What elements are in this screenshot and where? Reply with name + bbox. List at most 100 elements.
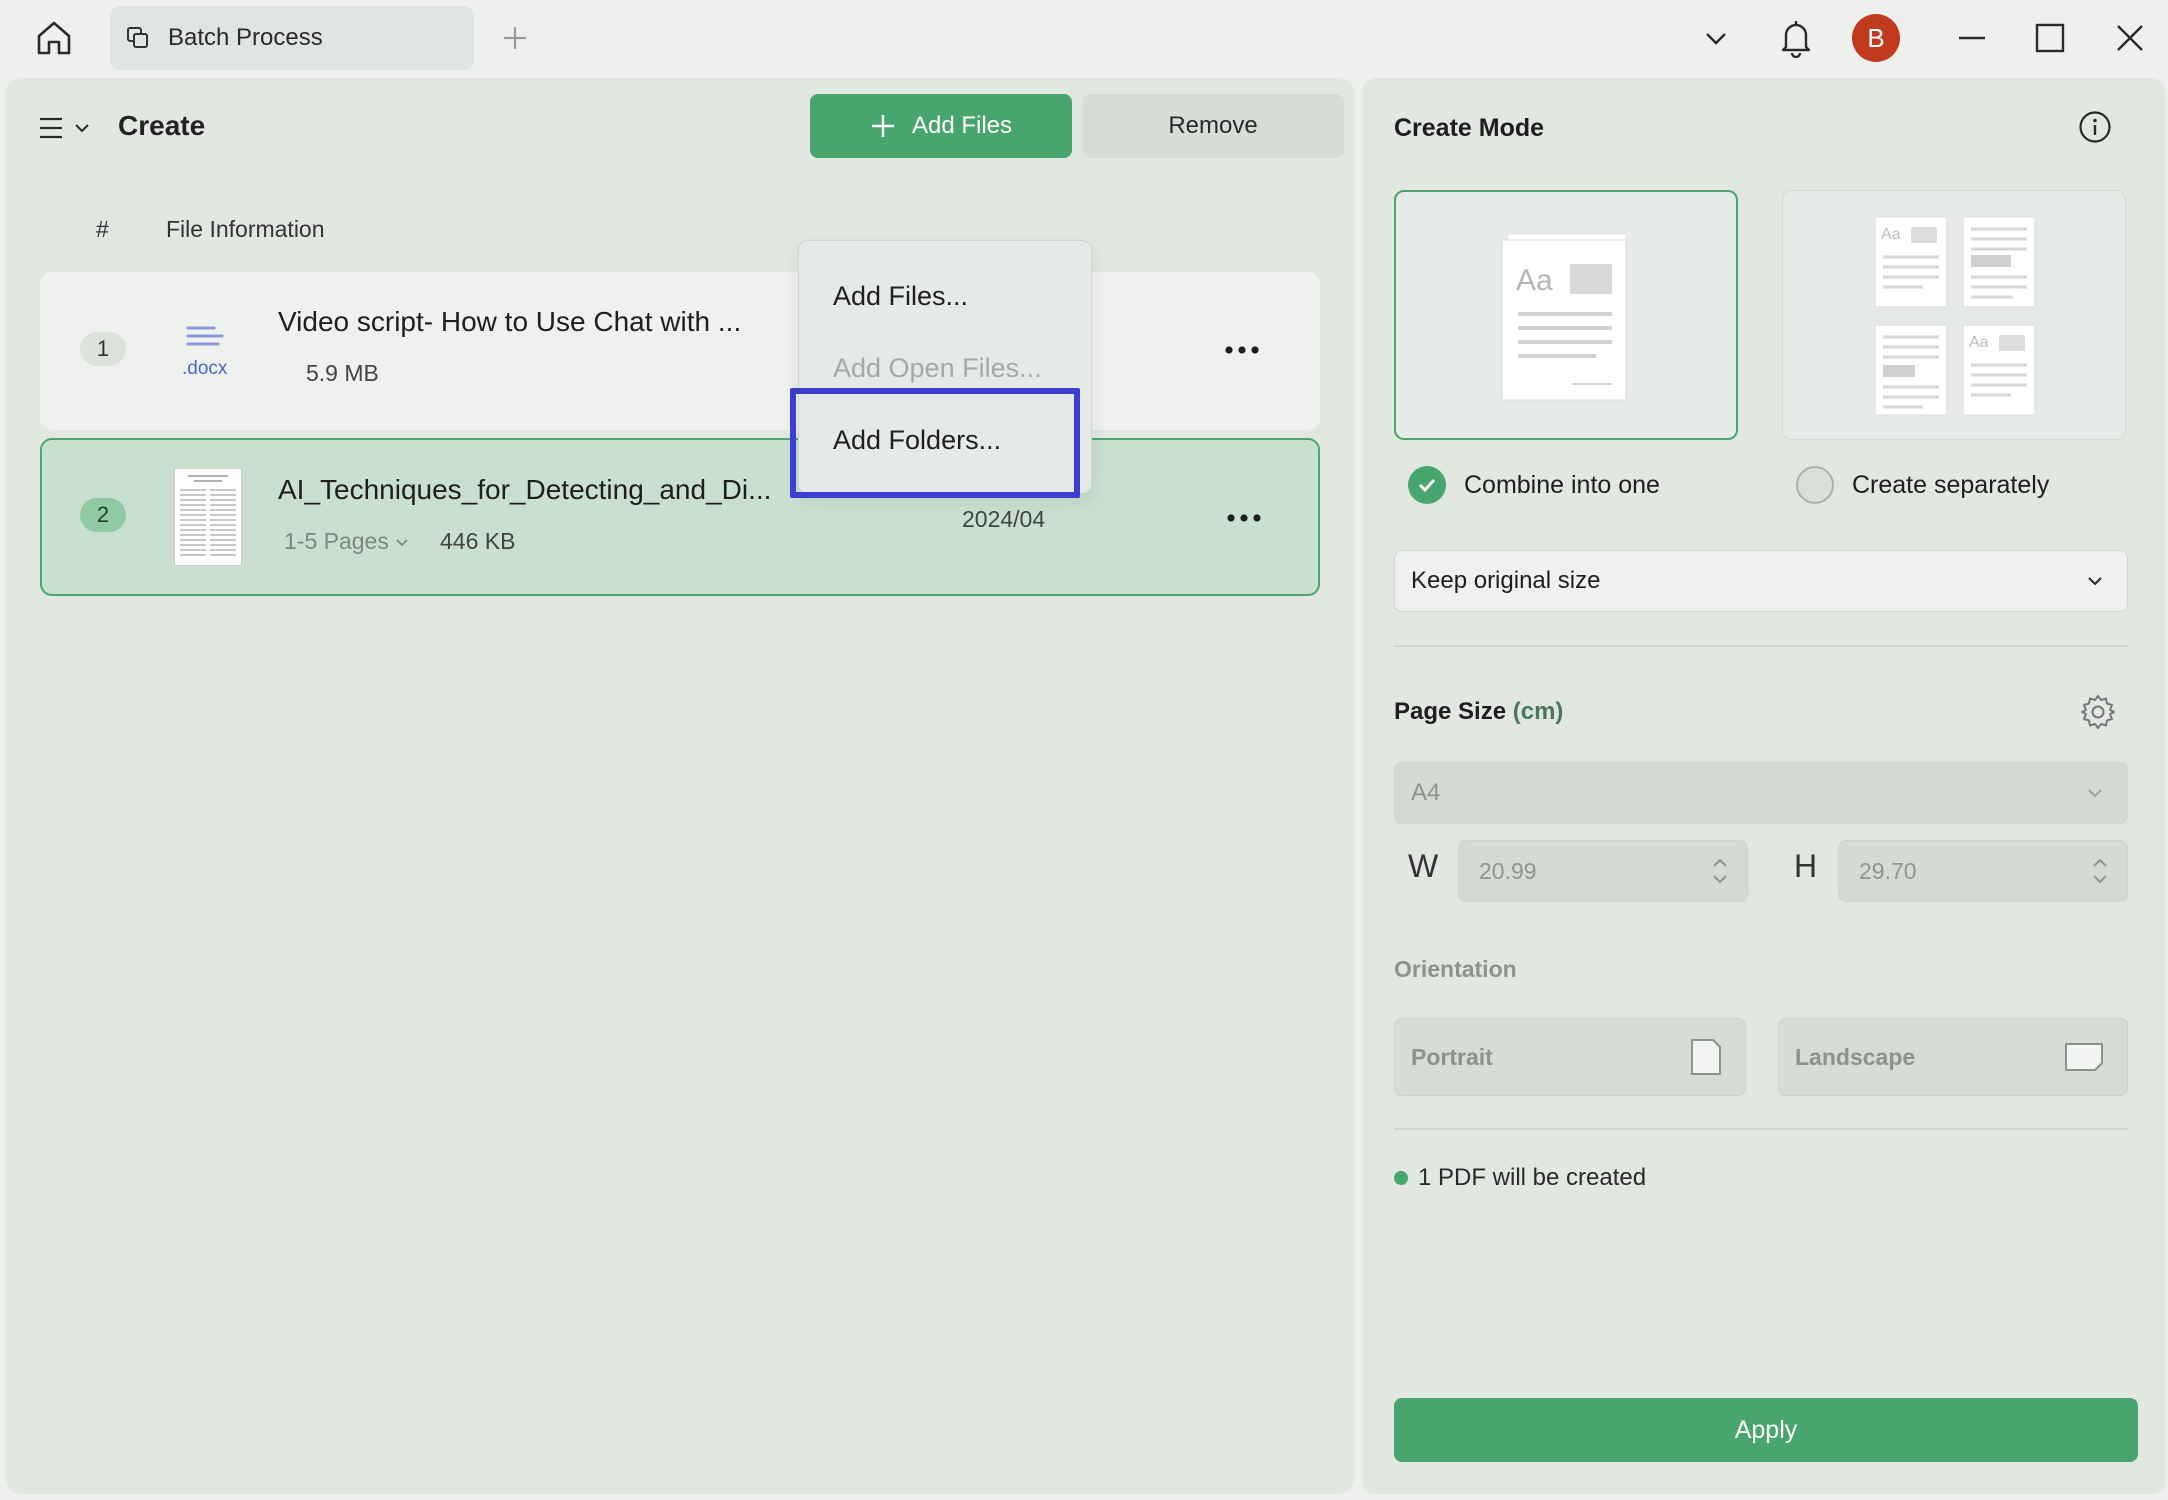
radio-separate[interactable]: Create separately bbox=[1796, 466, 2049, 504]
size-option-value: Keep original size bbox=[1411, 567, 1601, 594]
column-header-number: # bbox=[96, 216, 109, 242]
radio-combine[interactable]: Combine into one bbox=[1408, 466, 1660, 504]
page-size-select: A4 bbox=[1394, 762, 2128, 824]
add-files-label: Add Files bbox=[911, 112, 1013, 139]
width-value: 20.99 bbox=[1479, 857, 1537, 884]
more-options-button[interactable] bbox=[1218, 330, 1266, 370]
radio-combine-label: Combine into one bbox=[1464, 470, 1660, 499]
status-text: 1 PDF will be created bbox=[1418, 1164, 1647, 1191]
landscape-page-icon bbox=[2065, 1043, 2103, 1071]
file-name: AI_Techniques_for_Detecting_and_Di... bbox=[278, 474, 772, 505]
user-avatar[interactable]: B bbox=[1852, 14, 1900, 62]
chevron-down-icon bbox=[75, 124, 89, 133]
row-number: 1 bbox=[80, 332, 126, 366]
menu-toggle-button[interactable] bbox=[36, 108, 96, 148]
radio-empty-icon bbox=[1796, 466, 1834, 504]
stepper-arrows-icon bbox=[1713, 858, 1727, 884]
page-size-settings-button[interactable] bbox=[2076, 690, 2120, 734]
status-dot-icon bbox=[1394, 1171, 1408, 1185]
page-size-value: A4 bbox=[1411, 779, 1441, 806]
close-icon bbox=[2117, 25, 2143, 51]
single-document-preview: Aa bbox=[1501, 233, 1627, 401]
hamburger-icon bbox=[40, 117, 62, 139]
table-row[interactable]: 2 AI_Techniques_for_Detecting_and_Di... … bbox=[40, 438, 1320, 596]
chevron-down-icon bbox=[2088, 789, 2102, 798]
more-options-button[interactable] bbox=[1220, 498, 1268, 538]
plus-icon bbox=[504, 27, 526, 49]
tabs-dropdown-button[interactable] bbox=[1692, 14, 1740, 62]
new-tab-button[interactable] bbox=[498, 18, 532, 58]
width-stepper: 20.99 bbox=[1458, 840, 1748, 902]
add-files-button[interactable]: Add Files bbox=[810, 94, 1072, 158]
portrait-page-icon bbox=[1691, 1039, 1721, 1075]
tab-batch-process[interactable]: Batch Process bbox=[110, 6, 474, 70]
chevron-down-icon bbox=[2088, 577, 2102, 586]
row-number: 2 bbox=[80, 498, 126, 532]
info-button[interactable] bbox=[2076, 108, 2114, 146]
height-stepper: 29.70 bbox=[1838, 840, 2128, 902]
gear-icon bbox=[2081, 695, 2115, 729]
copy-icon bbox=[122, 22, 154, 54]
svg-text:Aa: Aa bbox=[1969, 334, 1989, 351]
title-bar: Batch Process B bbox=[0, 0, 2168, 78]
notifications-button[interactable] bbox=[1772, 14, 1820, 62]
home-button[interactable] bbox=[30, 14, 78, 62]
landscape-button: Landscape bbox=[1778, 1018, 2128, 1096]
maximize-button[interactable] bbox=[2026, 14, 2074, 62]
page-range-label: 1-5 Pages bbox=[284, 528, 389, 554]
pdf-thumbnail bbox=[174, 468, 242, 566]
divider bbox=[1394, 645, 2128, 647]
create-mode-title: Create Mode bbox=[1394, 114, 1545, 142]
divider bbox=[1394, 1128, 2128, 1130]
check-icon bbox=[1408, 466, 1446, 504]
minimize-button[interactable] bbox=[1948, 14, 1996, 62]
remove-button[interactable]: Remove bbox=[1082, 94, 1344, 158]
menu-item-add-files[interactable]: Add Files... bbox=[833, 281, 968, 312]
file-size: 446 KB bbox=[440, 528, 516, 554]
add-files-menu: Add Files... Add Open Files... Add Folde… bbox=[798, 240, 1092, 494]
stepper-arrows-icon bbox=[2093, 858, 2107, 884]
apply-button[interactable]: Apply bbox=[1394, 1398, 2138, 1462]
svg-text:Aa: Aa bbox=[1881, 226, 1901, 243]
orientation-header: Orientation bbox=[1394, 956, 1517, 982]
radio-separate-label: Create separately bbox=[1852, 470, 2050, 499]
docx-file-icon: .docx bbox=[174, 310, 236, 388]
settings-panel: Create Mode Aa Aa Aa Combine into one Cr… bbox=[1362, 78, 2166, 1494]
file-extension: .docx bbox=[182, 358, 228, 379]
file-name: Video script- How to Use Chat with ... bbox=[278, 306, 742, 337]
size-option-select[interactable]: Keep original size bbox=[1394, 550, 2128, 612]
svg-text:Aa: Aa bbox=[1516, 264, 1553, 297]
landscape-label: Landscape bbox=[1795, 1043, 1916, 1070]
height-label: H bbox=[1794, 848, 1818, 884]
page-size-label: Page Size bbox=[1394, 698, 1507, 725]
status-message: 1 PDF will be created bbox=[1394, 1164, 1646, 1192]
column-header-file-info: File Information bbox=[166, 216, 325, 242]
page-size-header: Page Size (cm) bbox=[1394, 698, 1563, 726]
tab-label: Batch Process bbox=[168, 24, 323, 51]
file-date: 2024/04 bbox=[962, 506, 1046, 532]
chevron-down-icon bbox=[1706, 33, 1726, 45]
bell-icon bbox=[1781, 21, 1811, 58]
menu-item-add-folders[interactable]: Add Folders... bbox=[833, 425, 1001, 456]
mode-card-separate[interactable]: Aa Aa bbox=[1782, 190, 2126, 440]
chevron-down-icon bbox=[396, 538, 408, 546]
file-list-panel: Create Add Files Remove # File Informati… bbox=[6, 78, 1354, 1494]
mode-card-combine[interactable]: Aa bbox=[1394, 190, 1738, 440]
more-horizontal-icon bbox=[1227, 514, 1261, 522]
portrait-button: Portrait bbox=[1394, 1018, 1746, 1096]
table-row[interactable]: 1 .docx Video script- How to Use Chat wi… bbox=[40, 272, 1320, 430]
minimize-icon bbox=[1959, 36, 1985, 40]
page-range-select[interactable]: 1-5 Pages bbox=[284, 528, 409, 555]
more-horizontal-icon bbox=[1225, 346, 1259, 354]
portrait-label: Portrait bbox=[1411, 1043, 1493, 1070]
info-icon bbox=[2079, 111, 2111, 143]
page-size-unit: (cm) bbox=[1512, 698, 1564, 725]
maximize-icon bbox=[2035, 23, 2065, 53]
file-size: 5.9 MB bbox=[306, 360, 379, 386]
height-value: 29.70 bbox=[1859, 857, 1917, 884]
width-label: W bbox=[1408, 848, 1439, 884]
menu-item-add-open-files: Add Open Files... bbox=[833, 353, 1042, 383]
multi-document-preview: Aa Aa bbox=[1874, 216, 2036, 416]
close-button[interactable] bbox=[2106, 14, 2154, 62]
page-title: Create bbox=[118, 110, 206, 141]
